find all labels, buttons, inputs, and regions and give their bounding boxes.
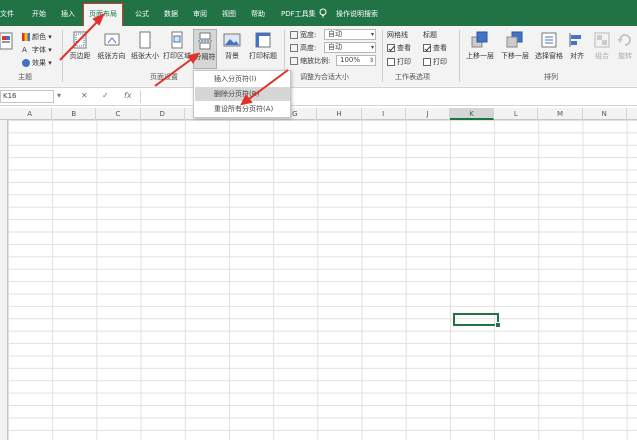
arrow-to-remove-break	[244, 69, 289, 103]
arrow-to-page-layout-tab	[59, 19, 100, 61]
arrow-to-breaks-button	[154, 57, 194, 87]
annotation-arrows	[59, 13, 289, 106]
arrow-head-icon	[240, 94, 253, 106]
